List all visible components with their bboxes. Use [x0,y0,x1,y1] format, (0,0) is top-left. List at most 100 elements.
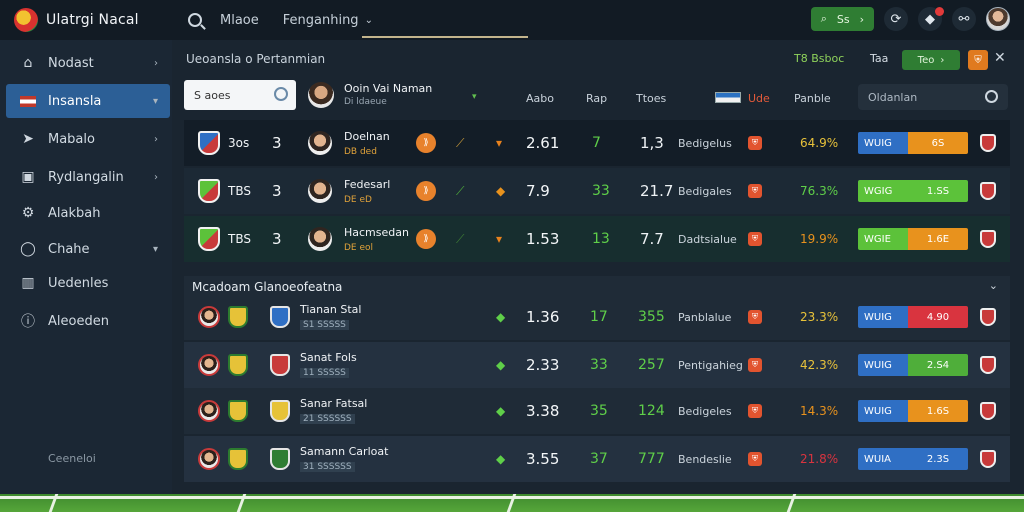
odds-bar[interactable]: WGIE 1.6E [858,216,968,262]
table-row[interactable]: Sanat Fols 11 SSSSS ◆ 2.33 33 257 Pentigahieg ⛨… [184,342,1010,388]
win-percentage: 76.3% [800,184,839,198]
win-percentage: 14.3% [800,404,839,418]
odds-total: 355 [638,309,665,325]
market-icon[interactable]: ⛨ [748,388,762,434]
odds-change: 35 [590,403,608,419]
orange-badge[interactable]: ⟫ [416,216,436,262]
link-icon[interactable]: ⚯ [952,7,976,31]
odds-value: 3.38 [526,402,560,420]
sidebar-item-6[interactable]: ◯ Chahe ▾ [6,232,170,266]
team-shield-icon [198,131,220,155]
odds-bar[interactable]: WUIG 6S [858,120,968,166]
top-odds-label: T8 Bsboc [794,52,845,65]
chevron-right-icon: › [154,57,158,69]
market-icon[interactable]: ⛨ [748,216,762,262]
market-icon[interactable]: ⛨ [748,120,762,166]
column-header-5[interactable]: Panble [794,92,831,105]
odds-bar-fill: WUIG 2.S4 [858,354,968,376]
table-row[interactable]: Samann Carloat 31 SSSSSS ◆ 3.55 37 777 Bendesl… [184,436,1010,482]
column-header-1[interactable]: Aabo [526,92,554,105]
breadcrumb: Ueoansla o Pertanmian [186,52,326,66]
pitch-decoration [0,494,1024,512]
table-row[interactable]: Tianan Stal S1 SSSSS ◆ 1.36 17 355 Panblalue ⛨ 2… [184,294,1010,340]
shield-icon: ⛨ [748,358,762,372]
team-crest-icon [980,308,996,326]
ball-icon: ▣ [21,169,35,185]
chevron-right-icon: › [859,12,864,26]
market-label: Panblalue [678,310,732,324]
chevron-down-icon: ▾ [152,95,158,107]
table-row[interactable]: Sanar Fatsal 21 SSSSSS ◆ 3.38 35 124 Bedigeles… [184,388,1010,434]
chevron-down-icon[interactable]: ⌄ [989,279,998,292]
market-icon[interactable]: ⛨ [748,436,762,482]
search-bets-button[interactable]: ⌕ Ss › [810,7,874,31]
market-icon[interactable]: ⛨ [748,342,762,388]
odds-total: 124 [638,403,665,419]
odds-bar[interactable]: WUIG 1.6S [858,388,968,434]
odds-total: 1,3 [640,134,664,152]
sidebar-footer[interactable]: Ceeneloi [48,452,96,465]
column-header-4[interactable]: Ude [748,92,770,105]
shield-icon[interactable]: ⛨ [968,50,988,70]
odds-bar[interactable]: WUIA 2.3S [858,436,968,482]
team-crest-icon [980,450,996,468]
team-badge [980,168,996,214]
search-input[interactable]: S aoes [184,80,296,110]
refresh-icon[interactable]: ⟳ [884,7,908,31]
market-icon[interactable]: ⛨ [748,168,762,214]
market-label: Bedigeles [678,404,732,418]
nav-search-label[interactable]: Mlaoe [220,13,259,28]
sidebar-item-5[interactable]: ⚙ Alakbah [6,196,170,230]
chevron-down-icon[interactable]: ▾ [472,92,477,102]
team-crest-icon [228,400,248,422]
sidebar-item-3[interactable]: ➤ Mabalo › [6,122,170,156]
diamond-icon: ◆ [496,310,506,324]
market-icon[interactable]: ⛨ [748,294,762,340]
odds-bar-value: 6S [908,132,968,154]
team-pair [198,294,248,340]
player-avatar [198,448,220,470]
team-abbr: 3os [228,136,250,150]
match-sub: 31 SSSSSS [300,462,355,472]
nav-dropdown[interactable]: Fenganhing ⌄ [283,13,373,28]
odds-bar[interactable]: WGIG 1.SS [858,168,968,214]
match-name: Samann Carloat [300,445,389,458]
odds-bar-value: 2.3S [908,448,968,470]
sidebar-item-label: Rydlangalin [48,169,124,185]
sidebar-item-4[interactable]: ▣ Rydlangalin › [6,160,170,194]
team-number: 3 [272,134,282,152]
team-pair [198,388,248,434]
market-label: Bendeslie [678,452,732,466]
odds-total: 21.7 [640,182,674,200]
sidebar-item-home[interactable]: ⌂ Nodast › [6,46,170,80]
table-row[interactable]: TBS 3 Fedesarl DE eD ⟫ ⟋ ◆ 7.9 33 21.7 Bedigales ⛨ 7… [184,168,1010,214]
team-pair [198,436,248,482]
column-header-3[interactable]: Ttoes [636,92,666,105]
close-icon[interactable]: ✕ [994,50,1006,66]
user-avatar[interactable] [986,7,1010,31]
app-logo[interactable]: Ulatrgi Nacal [0,8,172,32]
top-action-label: Teo [917,54,935,66]
team-logo-cell [270,388,290,434]
sidebar-item-active[interactable]: Insansla ▾ [6,84,170,118]
search-icon [985,90,998,103]
orange-badge[interactable]: ⟫ [416,168,436,214]
sidebar-item-8[interactable]: ⓘ Aleoeden [6,304,170,338]
odds-value: 2.61 [526,134,560,152]
top-action-button[interactable]: Teo › [902,50,960,70]
search-icon[interactable] [188,13,202,27]
table-row[interactable]: TBS 3 Hacmsedan DE eol ⟫ ⟋ ▾ 1.53 13 7.7 Dadtsialu… [184,216,1010,262]
bell-icon[interactable]: ◆ [918,7,944,31]
column-header-2[interactable]: Rap [586,92,607,105]
match-sub: 21 SSSSSS [300,414,355,424]
shield-icon: ⛨ [748,404,762,418]
odds-bar[interactable]: WUIG 4.90 [858,294,968,340]
sidebar-item-7[interactable]: ▥ Uedenles [6,266,170,300]
team-badge [980,294,996,340]
odds-bar[interactable]: WUIG 2.S4 [858,342,968,388]
orange-badge[interactable]: ⟫ [416,120,436,166]
indicator-icon: ▾ [496,232,503,246]
filter-input[interactable]: Oldanlan [858,84,1008,110]
table-row[interactable]: 3os 3 Doelnan DB ded ⟫ ⟋ ▾ 2.61 7 1,3 Bedigelus ⛨ 64… [184,120,1010,166]
player-avatar [308,131,332,155]
